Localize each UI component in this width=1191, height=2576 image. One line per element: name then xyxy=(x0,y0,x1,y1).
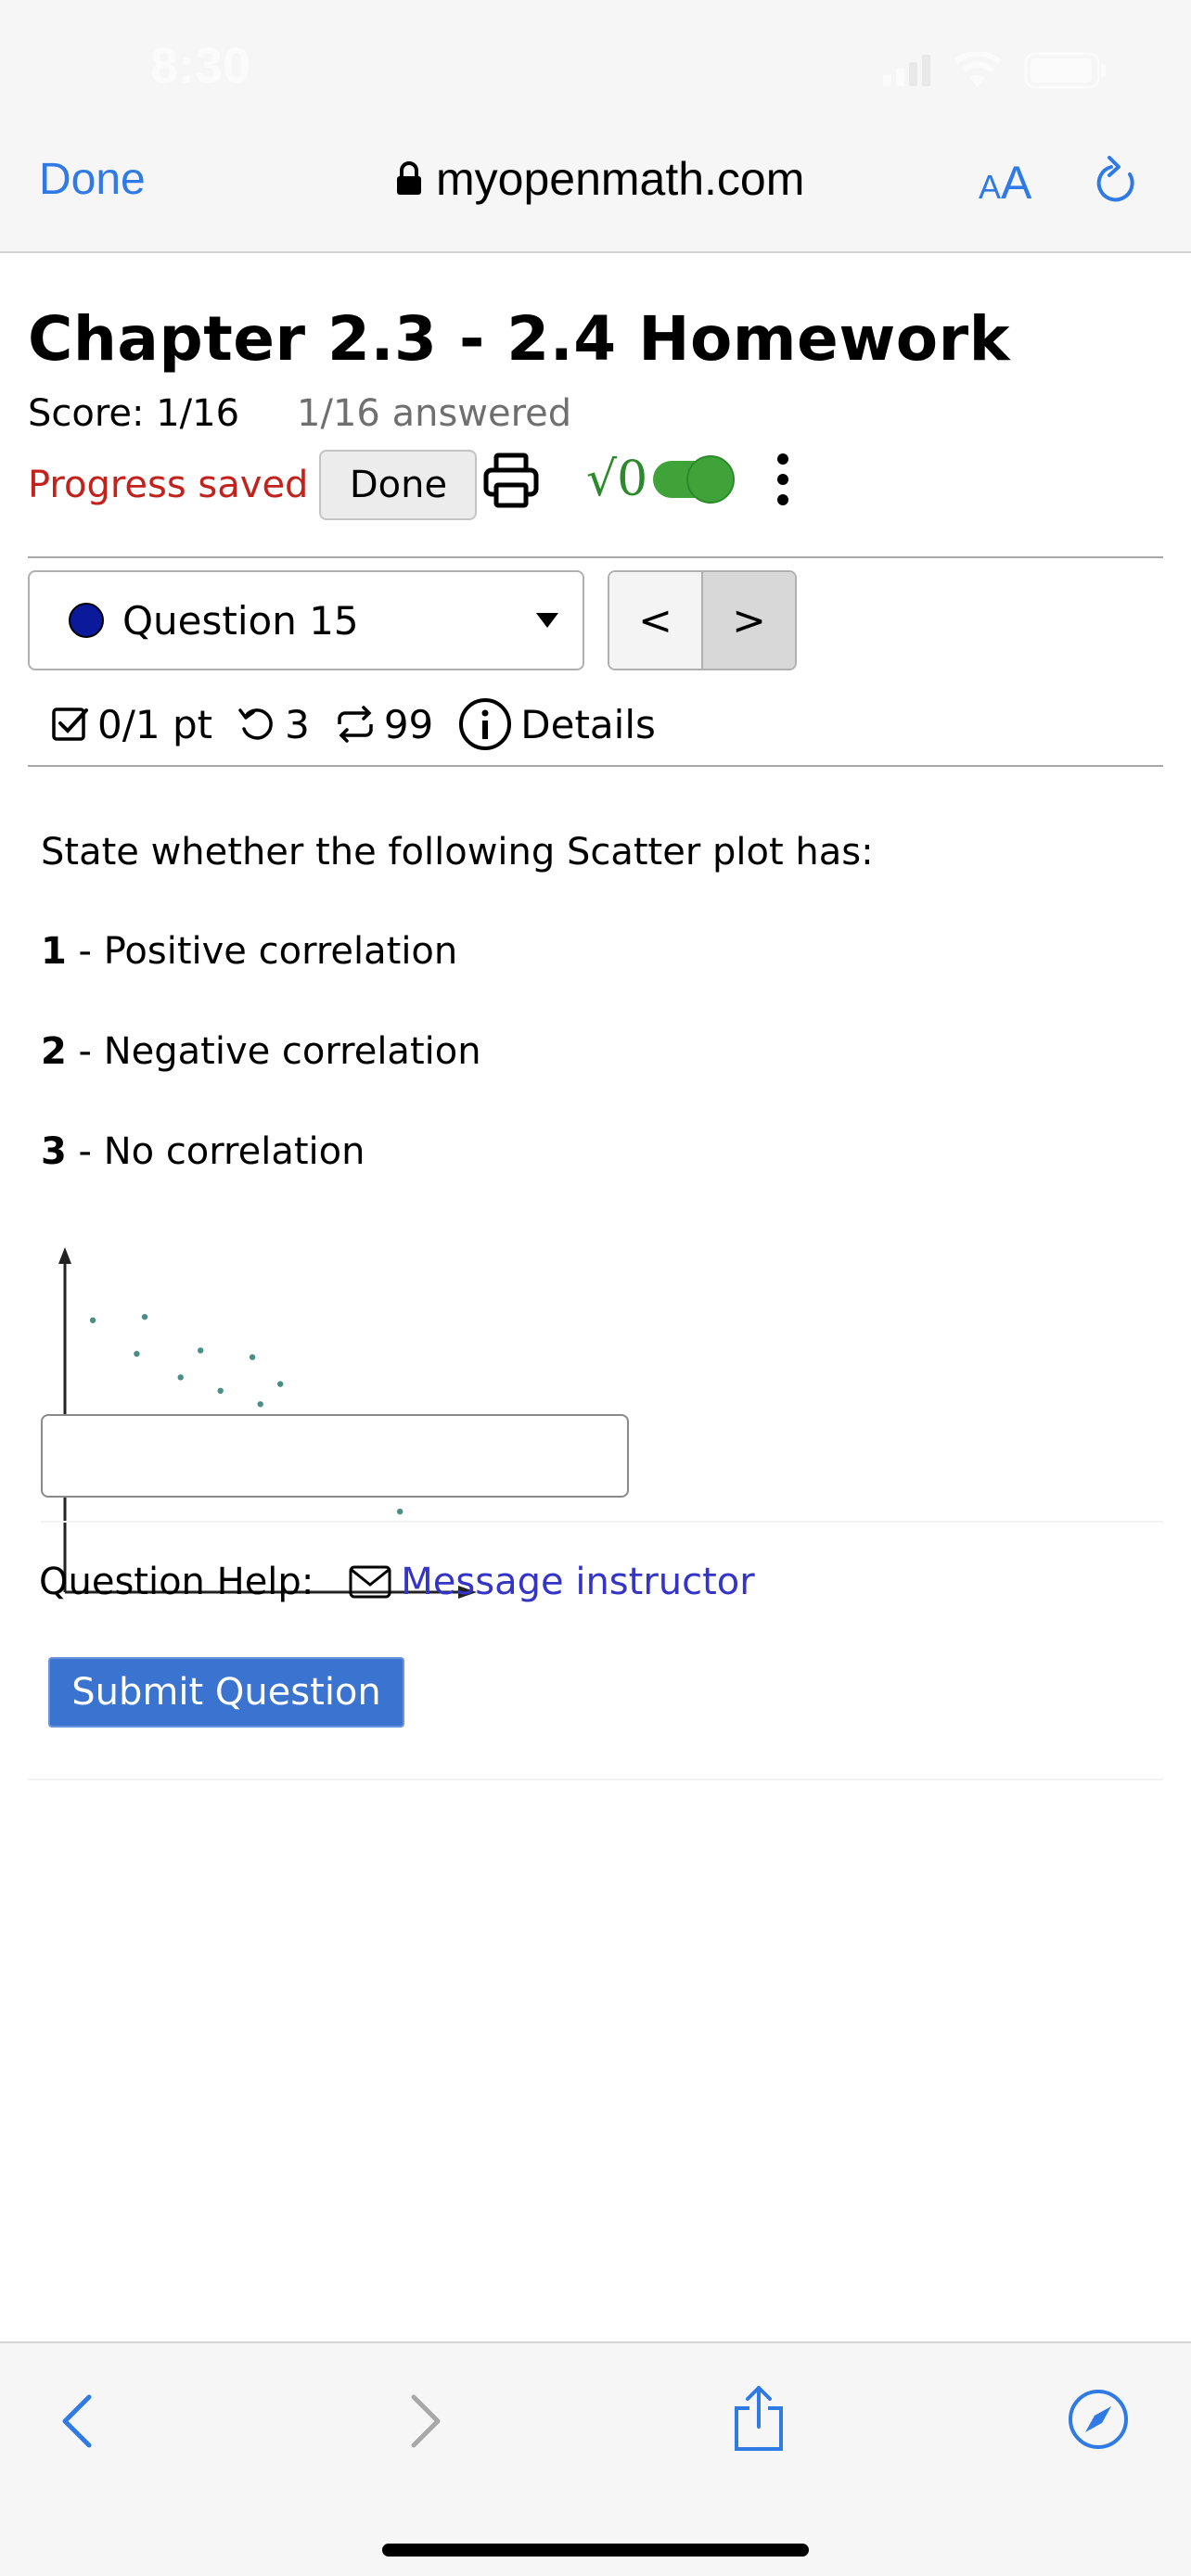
question-select-label: Question 15 xyxy=(122,597,359,644)
submit-question-button[interactable]: Submit Question xyxy=(48,1657,404,1728)
print-button[interactable] xyxy=(482,452,540,513)
browser-done-link[interactable]: Done xyxy=(39,154,146,205)
battery-icon xyxy=(1024,52,1106,89)
reload-icon xyxy=(1096,156,1134,202)
progress-status: Progress saved xyxy=(28,464,309,506)
share-icon xyxy=(735,2386,783,2451)
points-text: 0/1 pt xyxy=(97,701,213,747)
question-help-label: Question Help: xyxy=(39,1561,314,1603)
chevron-right-icon xyxy=(411,2394,441,2448)
safari-compass-button[interactable] xyxy=(1067,2388,1130,2455)
option-number: 3 xyxy=(41,1130,67,1173)
toggle-knob xyxy=(686,455,736,504)
scatter-point xyxy=(249,1354,256,1360)
retry-icon xyxy=(238,708,273,740)
mail-icon xyxy=(349,1565,391,1599)
attempts-info: 99 xyxy=(334,702,433,747)
next-question-button[interactable]: > xyxy=(703,572,795,669)
details-label: Details xyxy=(520,701,656,747)
checkbox-icon xyxy=(52,708,88,741)
scatter-point xyxy=(217,1387,224,1394)
toggle-switch[interactable] xyxy=(653,455,736,504)
sqrt-symbol: √0 xyxy=(586,452,648,507)
more-options-button[interactable] xyxy=(777,453,788,505)
answered-count: 1/16 answered xyxy=(297,392,572,435)
retries-count: 3 xyxy=(285,701,310,747)
scatter-point xyxy=(198,1347,204,1354)
points-info: 0/1 pt xyxy=(51,702,212,747)
attempts-count: 99 xyxy=(383,701,434,747)
option-2: 2 - Negative correlation xyxy=(41,1030,481,1073)
url-text: myopenmath.com xyxy=(436,153,805,205)
compass-icon xyxy=(1069,2390,1128,2449)
scatter-point xyxy=(177,1374,184,1381)
question-help-row: Question Help: Message instructor xyxy=(39,1561,755,1603)
repeat-icon xyxy=(338,706,373,743)
answer-input[interactable] xyxy=(41,1414,629,1498)
option-text: - Negative correlation xyxy=(66,1030,481,1073)
message-instructor-link[interactable]: Message instructor xyxy=(401,1561,754,1603)
divider xyxy=(28,765,1163,767)
scatter-point xyxy=(277,1381,284,1387)
option-number: 2 xyxy=(41,1030,67,1073)
back-button[interactable] xyxy=(58,2391,98,2455)
home-indicator xyxy=(382,2544,809,2557)
score-text: Score: 1/16 xyxy=(28,392,240,435)
chevron-left-icon xyxy=(62,2394,92,2448)
scatter-point xyxy=(141,1313,148,1320)
score-row: Score: 1/16 1/16 answered xyxy=(28,392,571,435)
info-icon xyxy=(459,698,512,750)
text-size-big-a: A xyxy=(1001,157,1032,209)
caret-down-icon xyxy=(536,613,558,628)
status-icons xyxy=(883,52,1108,89)
question-meta: 0/1 pt 3 99 Details xyxy=(51,696,680,752)
wifi-icon xyxy=(954,52,1002,87)
forward-button[interactable] xyxy=(404,2391,445,2455)
option-text: - No correlation xyxy=(66,1130,365,1173)
reload-button[interactable] xyxy=(1093,156,1139,211)
question-select[interactable]: Question 15 xyxy=(28,570,584,670)
scatter-point xyxy=(397,1508,403,1515)
kebab-dot xyxy=(777,494,788,505)
browser-top-bar: 8:30 Done myopenmath.com AA xyxy=(0,0,1191,253)
divider xyxy=(28,556,1163,558)
progress-row: Progress saved Done xyxy=(28,450,478,520)
browser-bottom-toolbar xyxy=(0,2341,1191,2576)
previous-question-button[interactable]: < xyxy=(609,572,703,669)
status-time: 8:30 xyxy=(150,38,251,94)
address-bar[interactable]: myopenmath.com xyxy=(395,152,804,206)
cellular-signal-icon xyxy=(883,55,930,86)
assignment-done-button[interactable]: Done xyxy=(319,450,478,520)
lock-icon xyxy=(397,161,421,195)
page-title: Chapter 2.3 - 2.4 Homework xyxy=(28,303,1011,375)
details-button[interactable]: Details xyxy=(457,696,656,752)
scatter-point xyxy=(134,1350,140,1358)
share-button[interactable] xyxy=(729,2384,788,2456)
printer-icon xyxy=(483,453,539,508)
scatter-point xyxy=(89,1317,96,1323)
divider xyxy=(41,1521,1163,1523)
scatter-plot xyxy=(58,1247,477,1599)
option-1: 1 - Positive correlation xyxy=(41,930,457,973)
scatter-point xyxy=(257,1401,263,1408)
kebab-dot xyxy=(777,453,788,465)
divider xyxy=(28,1779,1163,1780)
question-prompt: State whether the following Scatter plot… xyxy=(41,831,874,874)
text-size-button[interactable]: AA xyxy=(979,156,1031,210)
retries-info: 3 xyxy=(237,702,310,747)
option-text: - Positive correlation xyxy=(66,930,458,973)
text-size-small-a: A xyxy=(979,168,1002,206)
option-number: 1 xyxy=(41,930,67,973)
question-pager: < > xyxy=(608,570,797,670)
kebab-dot xyxy=(777,474,788,485)
question-status-dot xyxy=(69,603,104,638)
option-3: 3 - No correlation xyxy=(41,1130,365,1173)
math-entry-toggle[interactable]: √0 xyxy=(586,452,736,507)
